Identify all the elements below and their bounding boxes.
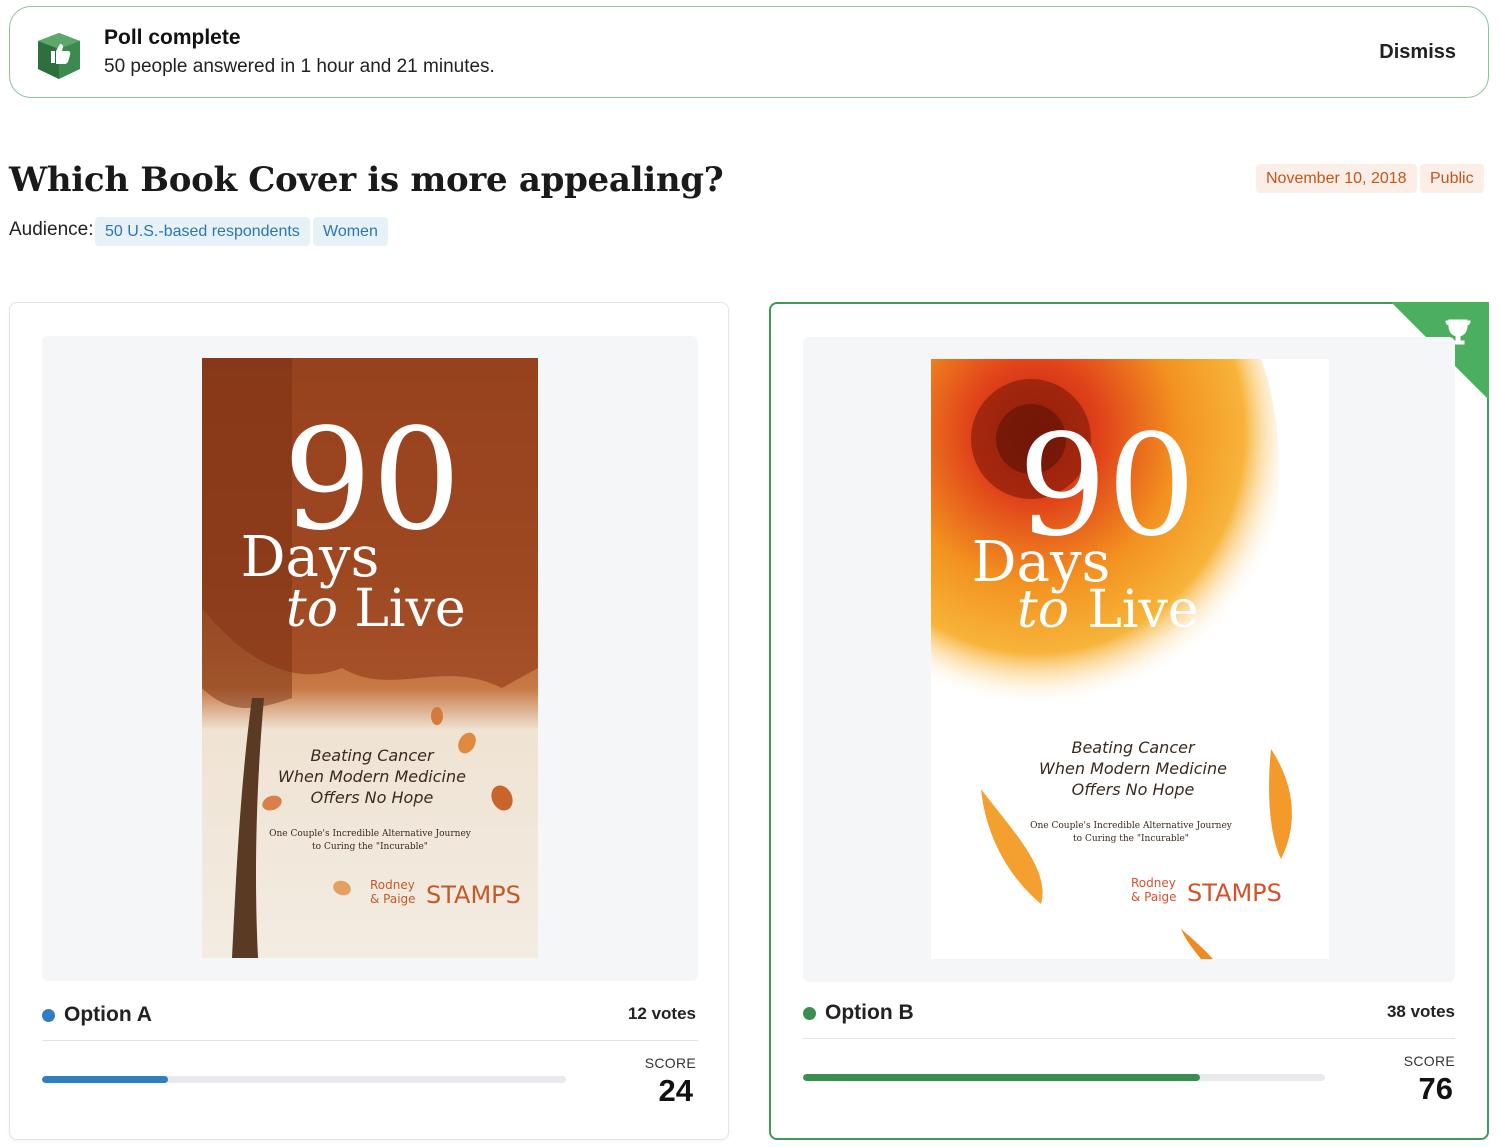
cover-author-small-1: Rodney [1131,876,1176,890]
score-bar-fill [42,1076,168,1083]
poll-title: Which Book Cover is more appealing? [9,160,724,200]
option-image-area: 90 Days to Live Beating Cancer When Mode… [42,336,698,981]
cover-title-live: Live [354,579,465,639]
score-bar [42,1076,566,1083]
cover-author-large: STAMPS [1187,879,1282,907]
thumbs-up-box-icon [38,33,80,79]
score-value: 24 [658,1073,693,1108]
book-cover-image-b: 90 Days to Live Beating Cancer When Mode… [931,359,1329,959]
cover-subtitle-2: When Modern Medicine [1039,759,1227,778]
audience-label: Audience: [9,219,94,240]
cover-subtitle-3: Offers No Hope [1072,780,1195,799]
option-label: Option B [825,1001,914,1024]
cover-subtitle-1: Beating Cancer [310,746,434,765]
audience-tag-women: Women [313,217,388,246]
cover-tagline-2: to Curing the "Incurable" [1073,834,1189,844]
cover-author-small-1: Rodney [370,878,415,892]
vote-count: 38 votes [1386,1002,1455,1021]
banner-subtitle: 50 people answered in 1 hour and 21 minu… [104,56,495,77]
score-value: 76 [1418,1071,1453,1106]
banner-title: Poll complete [104,26,241,49]
cover-tagline-1: One Couple's Incredible Alternative Jour… [1030,821,1233,831]
book-cover-image-a: 90 Days to Live Beating Cancer When Mode… [202,358,538,958]
cover-title-to: to [286,579,338,639]
vote-count: 12 votes [627,1004,696,1023]
option-label: Option A [64,1003,152,1026]
option-color-dot [803,1007,816,1020]
cover-tagline-1: One Couple's Incredible Alternative Jour… [269,829,472,839]
cover-subtitle-3: Offers No Hope [311,788,434,807]
audience-tag-respondents: 50 U.S.-based respondents [95,217,310,246]
score-label: SCORE [644,1055,696,1071]
option-card-a: 90 Days to Live Beating Cancer When Mode… [9,302,729,1140]
poll-date-badge: November 10, 2018 [1256,164,1417,193]
score-bar [803,1074,1325,1081]
cover-tagline-2: to Curing the "Incurable" [312,842,428,852]
divider [803,1038,1455,1039]
divider [42,1040,698,1041]
score-bar-fill [803,1074,1200,1081]
poll-complete-banner: Poll complete 50 people answered in 1 ho… [9,6,1489,98]
visibility-badge: Public [1420,164,1484,193]
cover-title-to: to [1017,580,1069,640]
option-card-b: 90 Days to Live Beating Cancer When Mode… [769,302,1489,1140]
cover-author-small-2: & Paige [370,892,416,906]
option-color-dot [42,1009,55,1022]
cover-subtitle-2: When Modern Medicine [278,767,466,786]
option-image-area: 90 Days to Live Beating Cancer When Mode… [803,337,1455,982]
cover-title-live: Live [1087,580,1198,640]
cover-author-small-2: & Paige [1131,890,1177,904]
cover-subtitle-1: Beating Cancer [1071,738,1195,757]
dismiss-button[interactable]: Dismiss [1379,41,1456,64]
cover-author-large: STAMPS [426,881,521,909]
score-label: SCORE [1403,1053,1455,1069]
